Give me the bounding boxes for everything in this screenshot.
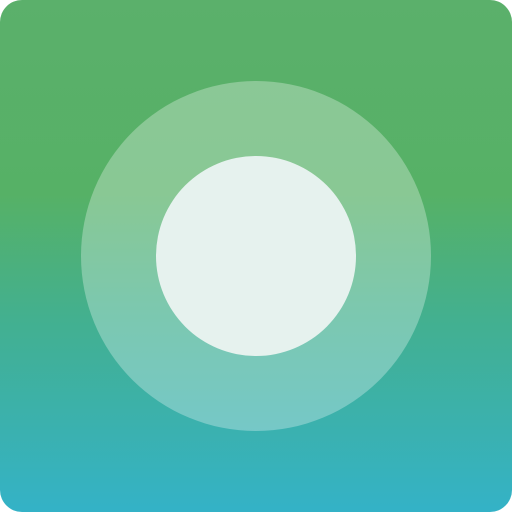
app-icon[interactable] (0, 0, 512, 512)
record-dot-icon (156, 156, 356, 356)
